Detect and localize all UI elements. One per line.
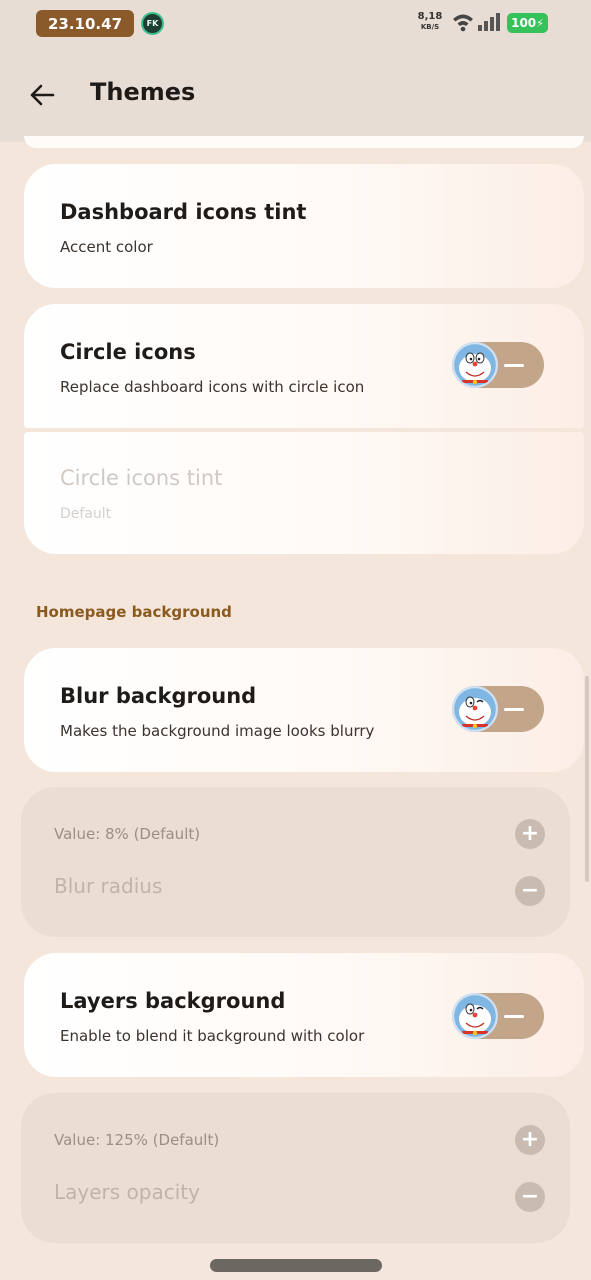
setting-dashboard-icons-tint[interactable]: Dashboard icons tint Accent color bbox=[24, 164, 584, 288]
toggle-dash bbox=[504, 364, 524, 367]
battery-level: 100 bbox=[511, 16, 537, 30]
toggle-dash bbox=[504, 708, 524, 711]
setting-circle-icons-tint: Circle icons tint Default bbox=[24, 432, 584, 554]
setting-circle-icons[interactable]: Circle icons Replace dashboard icons wit… bbox=[24, 304, 584, 428]
setting-subtitle: Accent color bbox=[60, 238, 153, 256]
doraemon-knob-icon bbox=[452, 993, 498, 1039]
setting-subtitle: Default bbox=[60, 506, 112, 522]
slider-name: Blur radius bbox=[54, 874, 163, 898]
increase-button[interactable]: + bbox=[515, 1125, 545, 1155]
decrease-button[interactable]: − bbox=[515, 876, 545, 906]
setting-subtitle: Makes the background image looks blurry bbox=[60, 722, 375, 740]
page-title: Themes bbox=[90, 78, 196, 106]
setting-subtitle: Replace dashboard icons with circle icon bbox=[60, 378, 365, 396]
setting-title: Blur background bbox=[60, 684, 257, 708]
net-speed-value: 8,18 bbox=[417, 11, 443, 22]
setting-title: Dashboard icons tint bbox=[60, 200, 307, 224]
signal-icon bbox=[478, 13, 500, 31]
toggle-dash bbox=[504, 1015, 524, 1018]
previous-setting-card bbox=[24, 136, 584, 148]
back-arrow-icon[interactable] bbox=[27, 80, 57, 110]
home-indicator[interactable] bbox=[210, 1259, 382, 1272]
battery-icon: 100 ⚡ bbox=[507, 13, 548, 33]
circle-icons-toggle[interactable] bbox=[452, 342, 544, 388]
doraemon-knob-icon bbox=[452, 342, 498, 388]
wifi-icon bbox=[453, 14, 473, 32]
setting-title: Layers background bbox=[60, 989, 286, 1013]
net-speed-unit: KB/S bbox=[420, 23, 440, 31]
blur-radius-slider: Value: 8% (Default) Blur radius + − bbox=[21, 787, 570, 937]
app-bar: 23.10.47 FK 8,18 KB/S 100 ⚡ Themes bbox=[0, 0, 591, 142]
layers-opacity-slider: Value: 125% (Default) Layers opacity + − bbox=[21, 1093, 570, 1243]
setting-subtitle: Enable to blend it background with color bbox=[60, 1027, 365, 1045]
setting-title: Circle icons bbox=[60, 340, 196, 364]
doraemon-knob-icon bbox=[452, 686, 498, 732]
setting-title: Circle icons tint bbox=[60, 466, 223, 490]
slider-name: Layers opacity bbox=[54, 1180, 200, 1204]
slider-value-label: Value: 125% (Default) bbox=[54, 1131, 220, 1149]
app-badge-icon: FK bbox=[141, 12, 164, 35]
blur-background-toggle[interactable] bbox=[452, 686, 544, 732]
scrollbar[interactable] bbox=[585, 676, 589, 882]
setting-blur-background[interactable]: Blur background Makes the background ima… bbox=[24, 648, 584, 772]
status-time: 23.10.47 bbox=[36, 10, 134, 37]
charging-icon: ⚡ bbox=[536, 16, 544, 30]
increase-button[interactable]: + bbox=[515, 819, 545, 849]
slider-value-label: Value: 8% (Default) bbox=[54, 825, 201, 843]
net-speed: 8,18 KB/S bbox=[413, 12, 447, 32]
section-header: Homepage background bbox=[36, 603, 232, 621]
decrease-button[interactable]: − bbox=[515, 1182, 545, 1212]
setting-layers-background[interactable]: Layers background Enable to blend it bac… bbox=[24, 953, 584, 1077]
layers-background-toggle[interactable] bbox=[452, 993, 544, 1039]
